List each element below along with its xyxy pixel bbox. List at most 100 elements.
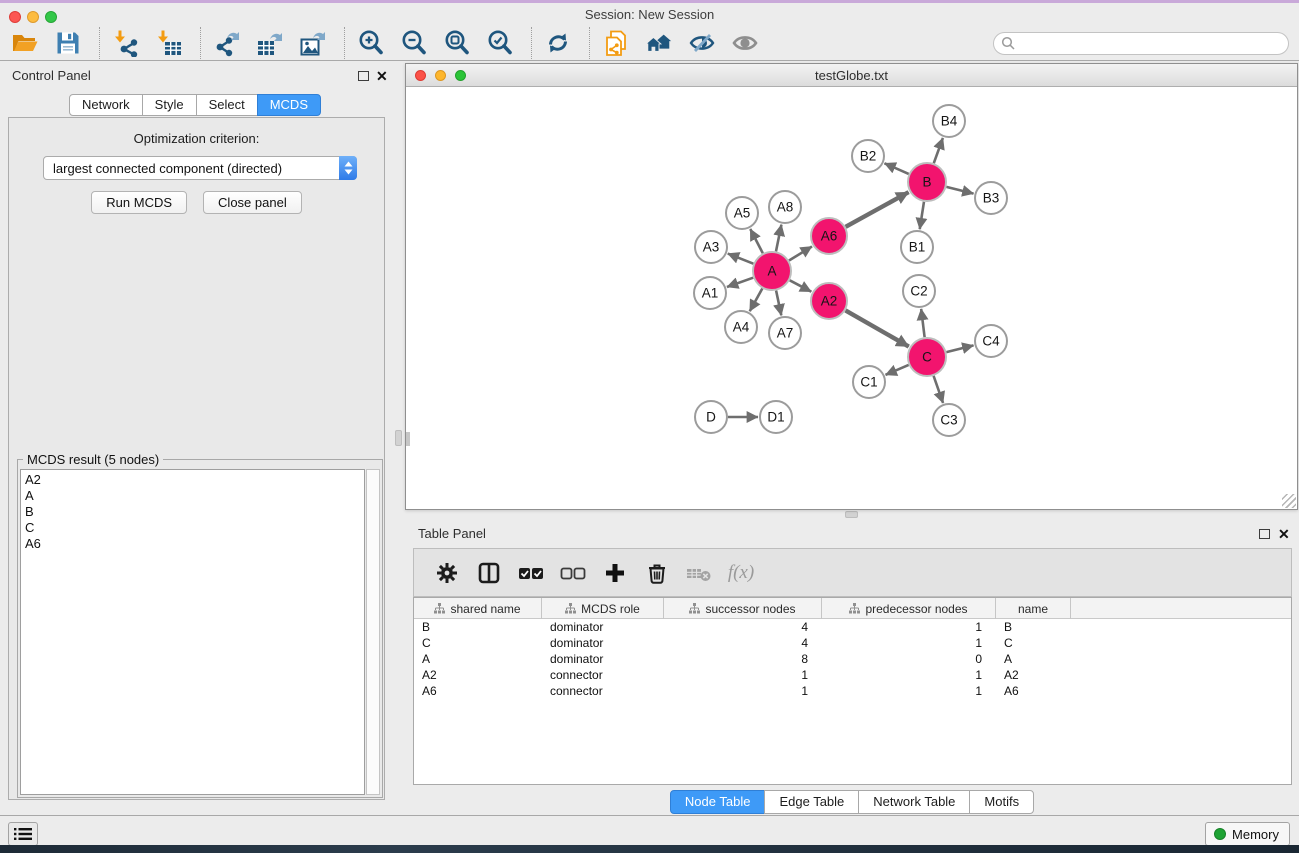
graph-node-B4[interactable]: B4 bbox=[933, 105, 965, 137]
table-cell[interactable]: connector bbox=[542, 683, 664, 699]
show-graphics-details-icon[interactable] bbox=[731, 29, 759, 57]
table-cell[interactable]: dominator bbox=[542, 635, 664, 651]
graph-node-A6[interactable]: A6 bbox=[811, 218, 847, 254]
search-input[interactable] bbox=[1015, 36, 1265, 51]
graph-node-B1[interactable]: B1 bbox=[901, 231, 933, 263]
edge-C-C2[interactable] bbox=[921, 309, 924, 337]
table-cell[interactable]: 1 bbox=[822, 683, 996, 699]
graph-node-B2[interactable]: B2 bbox=[852, 140, 884, 172]
mcds-result-item[interactable]: C bbox=[25, 520, 364, 536]
network-window-titlebar[interactable]: testGlobe.txt bbox=[406, 64, 1297, 87]
table-cell[interactable]: 1 bbox=[822, 619, 996, 635]
delete-table-icon[interactable] bbox=[684, 559, 714, 587]
column-header-MCDS-role[interactable]: MCDS role bbox=[542, 598, 664, 619]
graph-node-C1[interactable]: C1 bbox=[853, 366, 885, 398]
edge-A2-C[interactable] bbox=[845, 310, 908, 346]
table-row[interactable]: A6connector11A6 bbox=[414, 683, 1291, 699]
function-builder-icon[interactable]: f(x) bbox=[726, 559, 756, 587]
table-cell[interactable]: C bbox=[414, 635, 542, 651]
graph-node-D1[interactable]: D1 bbox=[760, 401, 792, 433]
criterion-select[interactable]: largest connected component (directed) bbox=[43, 156, 357, 180]
table-cell[interactable]: C bbox=[996, 635, 1071, 651]
column-header-name[interactable]: name bbox=[996, 598, 1071, 619]
export-image-icon[interactable] bbox=[299, 29, 327, 57]
table-cell[interactable]: 8 bbox=[664, 651, 822, 667]
import-table-icon[interactable] bbox=[155, 29, 183, 57]
graph-node-A1[interactable]: A1 bbox=[694, 277, 726, 309]
unselect-all-icon[interactable] bbox=[558, 559, 588, 587]
network-vertical-scrollbar[interactable] bbox=[406, 432, 410, 446]
split-view-icon[interactable] bbox=[474, 559, 504, 587]
edge-A-A4[interactable] bbox=[750, 288, 763, 311]
tab-select[interactable]: Select bbox=[196, 94, 258, 116]
home-icon[interactable] bbox=[645, 29, 673, 57]
table-cell[interactable]: A2 bbox=[414, 667, 542, 683]
graph-node-A3[interactable]: A3 bbox=[695, 231, 727, 263]
table-cell[interactable]: dominator bbox=[542, 651, 664, 667]
tab-edge-table[interactable]: Edge Table bbox=[764, 790, 859, 814]
edge-A6-B[interactable] bbox=[846, 192, 909, 227]
horizontal-splitter-grip[interactable] bbox=[845, 511, 858, 518]
graph-node-A2[interactable]: A2 bbox=[811, 283, 847, 319]
table-cell[interactable]: A2 bbox=[996, 667, 1071, 683]
refresh-layout-icon[interactable] bbox=[544, 29, 572, 57]
memory-button[interactable]: Memory bbox=[1205, 822, 1290, 846]
export-table-icon[interactable] bbox=[256, 29, 284, 57]
table-cell[interactable]: 1 bbox=[822, 667, 996, 683]
table-cell[interactable]: B bbox=[996, 619, 1071, 635]
graph-node-C[interactable]: C bbox=[908, 338, 946, 376]
edge-A-A2[interactable] bbox=[790, 280, 812, 291]
zoom-out-icon[interactable] bbox=[400, 29, 428, 57]
zoom-in-icon[interactable] bbox=[357, 29, 385, 57]
graph-node-A7[interactable]: A7 bbox=[769, 317, 801, 349]
edge-C-C4[interactable] bbox=[946, 345, 973, 352]
edge-B-B4[interactable] bbox=[934, 138, 943, 163]
tab-style[interactable]: Style bbox=[142, 94, 197, 116]
table-cell[interactable]: 1 bbox=[664, 667, 822, 683]
graph-node-C3[interactable]: C3 bbox=[933, 404, 965, 436]
search-field[interactable] bbox=[993, 32, 1289, 55]
edge-C-C1[interactable] bbox=[886, 365, 909, 375]
edge-C-C3[interactable] bbox=[934, 376, 943, 403]
mcds-result-item[interactable]: B bbox=[25, 504, 364, 520]
graph-node-C2[interactable]: C2 bbox=[903, 275, 935, 307]
table-cell[interactable]: A6 bbox=[414, 683, 542, 699]
graph-node-A8[interactable]: A8 bbox=[769, 191, 801, 223]
tab-network[interactable]: Network bbox=[69, 94, 143, 116]
float-panel-icon[interactable] bbox=[358, 71, 369, 81]
table-settings-icon[interactable] bbox=[432, 559, 462, 587]
run-mcds-button[interactable]: Run MCDS bbox=[91, 191, 187, 214]
delete-column-icon[interactable] bbox=[642, 559, 672, 587]
close-table-panel-icon[interactable]: ✕ bbox=[1278, 527, 1290, 541]
table-row[interactable]: Bdominator41B bbox=[414, 619, 1291, 635]
graph-node-D[interactable]: D bbox=[695, 401, 727, 433]
export-network-icon[interactable] bbox=[213, 29, 241, 57]
mcds-result-item[interactable]: A6 bbox=[25, 536, 364, 552]
task-history-button[interactable] bbox=[8, 822, 38, 846]
table-row[interactable]: Cdominator41C bbox=[414, 635, 1291, 651]
edge-A-A7[interactable] bbox=[776, 291, 781, 316]
table-cell[interactable]: A bbox=[996, 651, 1071, 667]
edge-B-B1[interactable] bbox=[920, 202, 924, 229]
edge-A-A3[interactable] bbox=[728, 254, 754, 264]
column-header-predecessor-nodes[interactable]: predecessor nodes bbox=[822, 598, 996, 619]
float-table-panel-icon[interactable] bbox=[1259, 529, 1270, 539]
column-header-shared-name[interactable]: shared name bbox=[414, 598, 542, 619]
open-session-icon[interactable] bbox=[11, 29, 39, 57]
edge-A-A1[interactable] bbox=[727, 278, 753, 287]
graph-node-A5[interactable]: A5 bbox=[726, 197, 758, 229]
column-header-successor-nodes[interactable]: successor nodes bbox=[664, 598, 822, 619]
tab-mcds[interactable]: MCDS bbox=[257, 94, 321, 116]
import-network-icon[interactable] bbox=[112, 29, 140, 57]
graph-node-B[interactable]: B bbox=[908, 163, 946, 201]
table-cell[interactable]: 1 bbox=[822, 635, 996, 651]
edge-B-B3[interactable] bbox=[946, 187, 973, 194]
table-cell[interactable]: A bbox=[414, 651, 542, 667]
network-canvas-area[interactable]: AA1A2A3A4A5A6A7A8BB1B2B3B4CC1C2C3C4DD1 bbox=[406, 87, 1297, 509]
zoom-selected-icon[interactable] bbox=[486, 29, 514, 57]
table-row[interactable]: A2connector11A2 bbox=[414, 667, 1291, 683]
mcds-result-item[interactable]: A2 bbox=[25, 472, 364, 488]
table-cell[interactable]: A6 bbox=[996, 683, 1071, 699]
table-cell[interactable]: B bbox=[414, 619, 542, 635]
table-cell[interactable]: 4 bbox=[664, 619, 822, 635]
